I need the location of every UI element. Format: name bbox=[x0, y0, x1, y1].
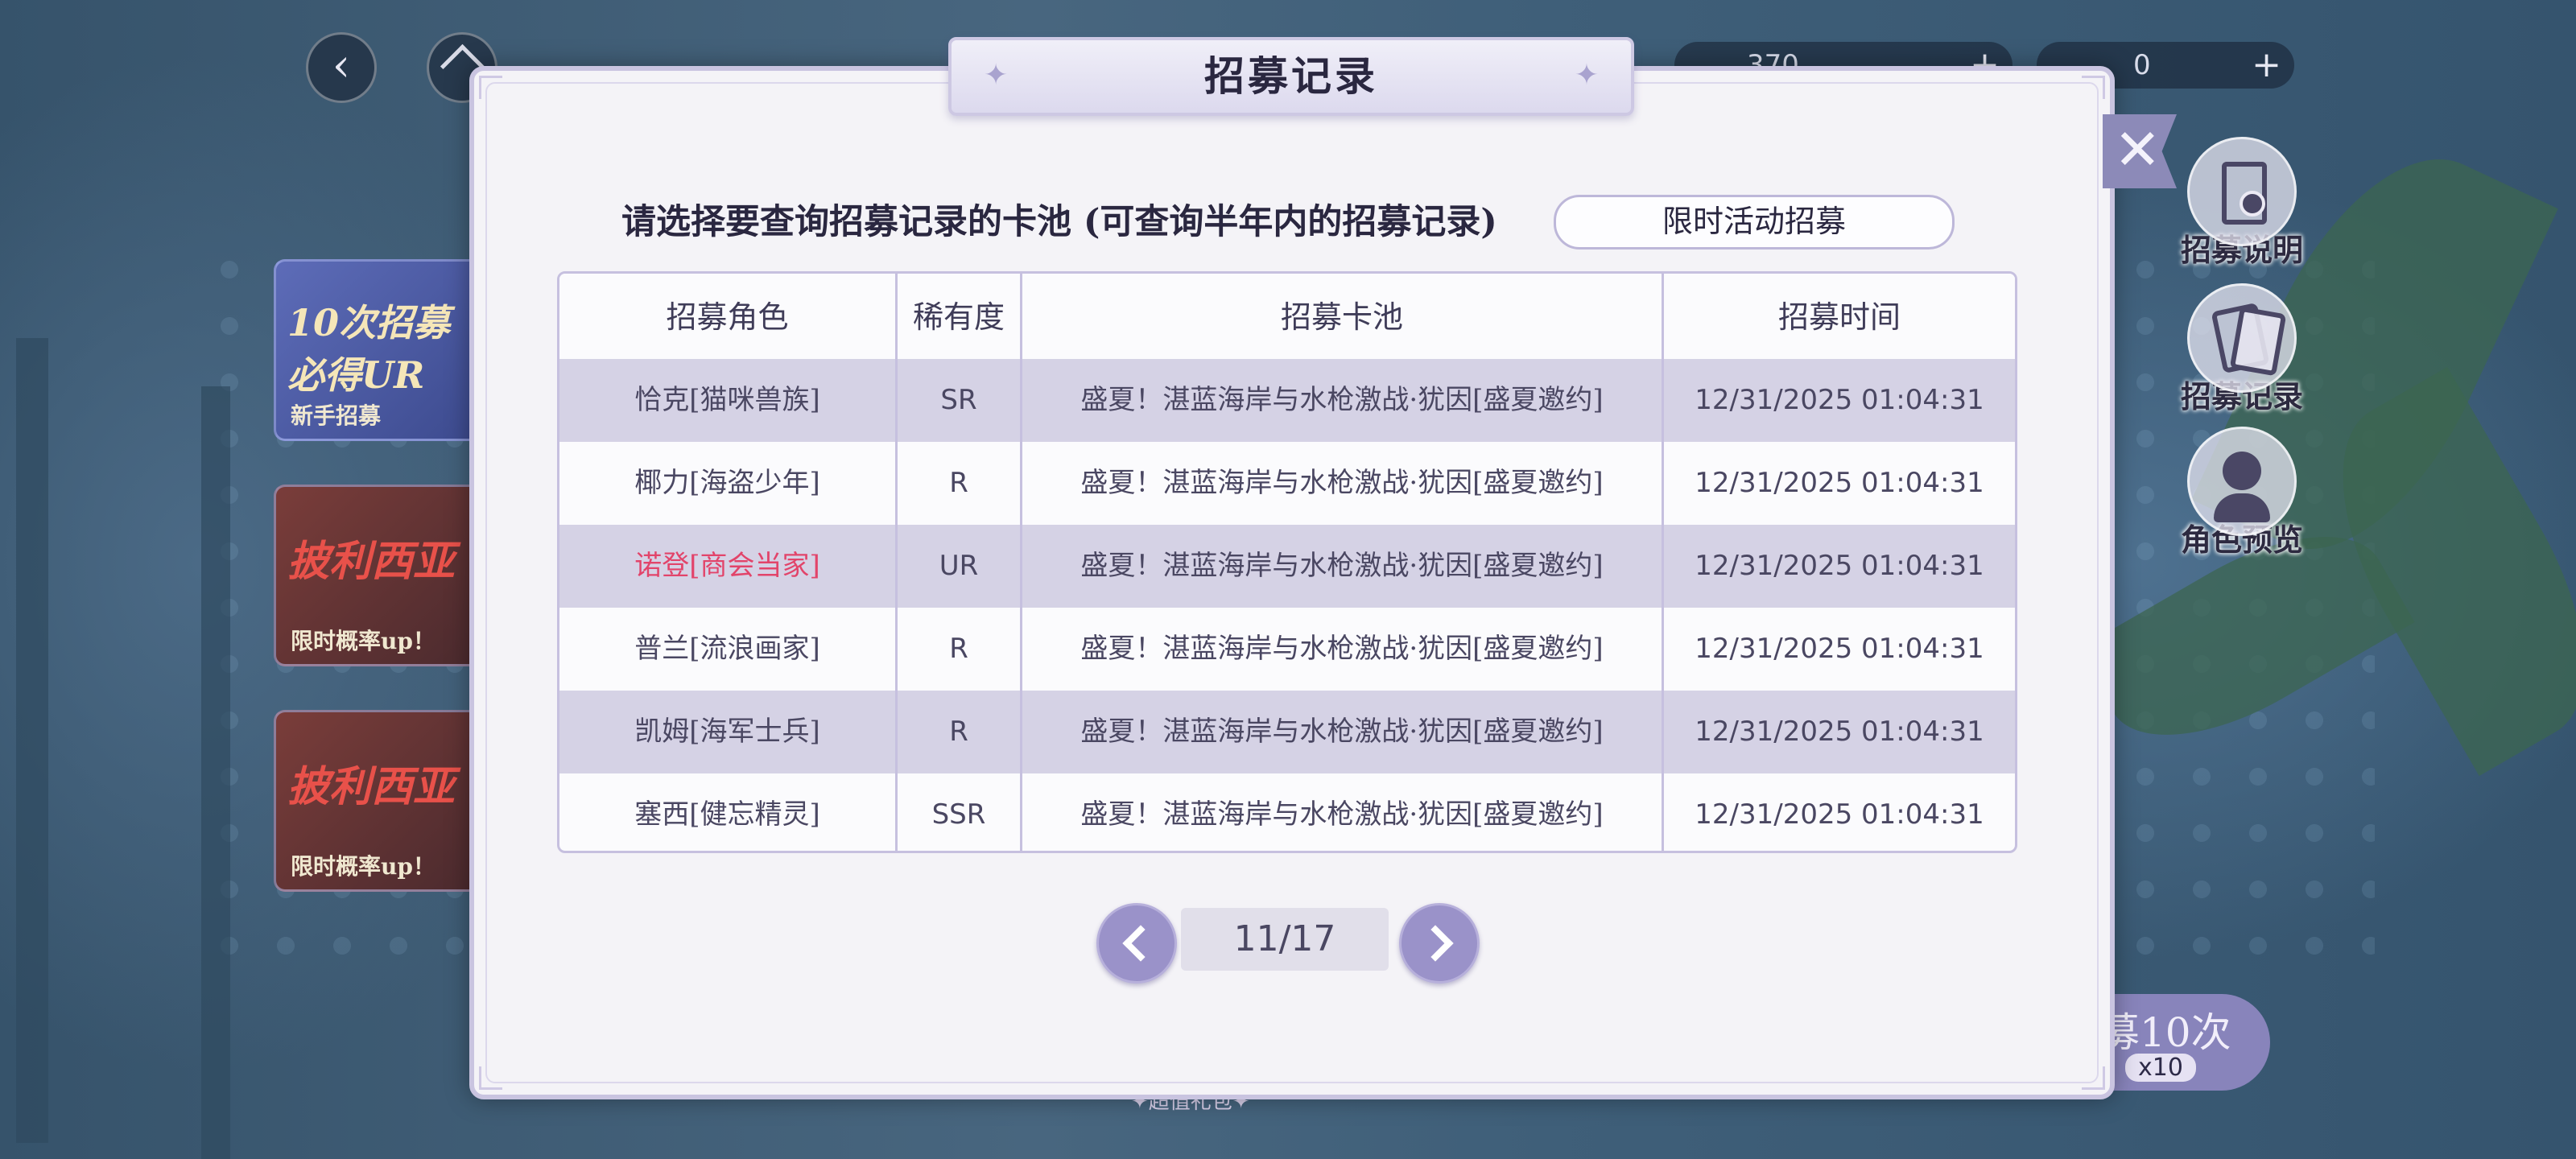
banner-title: 披利西亚 bbox=[287, 762, 456, 811]
cell-pool: 盛夏！湛蓝海岸与水枪激战·犹因[盛夏邀约] bbox=[1080, 716, 1604, 748]
column-divider bbox=[895, 274, 898, 851]
sparkle-icon: ✦ bbox=[984, 59, 1009, 92]
table-header-row: 招募角色 稀有度 招募卡池 招募时间 bbox=[559, 274, 2015, 359]
banner-limited-1[interactable]: 披利西亚 限时概率up！ bbox=[274, 485, 488, 666]
page-indicator: 11/17 bbox=[1181, 908, 1389, 971]
banner-caption: 新手招募 bbox=[291, 402, 382, 429]
cell-character: 凯姆[海军士兵] bbox=[634, 716, 820, 748]
corner-ornament bbox=[2082, 1066, 2105, 1090]
cell-rarity: R bbox=[949, 467, 968, 499]
table-row: 椰力[海盗少年] R 盛夏！湛蓝海岸与水枪激战·犹因[盛夏邀约] 12/31/2025… bbox=[559, 442, 2015, 525]
recruit-label: 募10次 bbox=[2099, 1009, 2231, 1056]
cell-time: 12/31/2025 01:04:31 bbox=[1695, 467, 1984, 499]
recruit-history-table: 招募角色 稀有度 招募卡池 招募时间 恰克[猫咪兽族] SR 盛夏！湛蓝海岸与水枪激… bbox=[557, 271, 2017, 853]
stool-leg bbox=[201, 386, 230, 1159]
cell-pool: 盛夏！湛蓝海岸与水枪激战·犹因[盛夏邀约] bbox=[1080, 467, 1604, 499]
recruit-info-button[interactable]: 招募说明 bbox=[2165, 137, 2318, 270]
back-button[interactable]: ‹ bbox=[306, 32, 377, 103]
stool-leg bbox=[16, 338, 48, 1143]
banner-caption: 限时概率up！ bbox=[291, 853, 436, 880]
header-rarity: 稀有度 bbox=[912, 299, 1005, 335]
cell-character: 诺登[商会当家] bbox=[634, 550, 820, 582]
corner-ornament bbox=[479, 76, 502, 99]
cell-character: 恰克[猫咪兽族] bbox=[634, 384, 820, 416]
pool-select-button[interactable]: 限时活动招募 bbox=[1554, 195, 1955, 250]
pool-select-prompt: 请选择要查询招募记录的卡池 (可查询半年内的招募记录) bbox=[621, 202, 1497, 242]
cell-character: 普兰[流浪画家] bbox=[634, 633, 820, 665]
prev-page-button[interactable] bbox=[1096, 903, 1177, 984]
dialog-title: 招募记录 bbox=[1204, 52, 1378, 100]
cell-time: 12/31/2025 01:04:31 bbox=[1695, 550, 1984, 582]
corner-ornament bbox=[479, 1066, 502, 1090]
recruit-cost: x10 bbox=[2125, 1054, 2196, 1082]
column-divider bbox=[1662, 274, 1664, 851]
cell-character: 椰力[海盗少年] bbox=[634, 467, 820, 499]
recruit-history-button[interactable]: 招募记录 bbox=[2165, 283, 2318, 416]
next-page-button[interactable] bbox=[1399, 903, 1480, 984]
banner-novice-recruit[interactable]: 10次招募 必得UR 新手招募 bbox=[274, 259, 488, 441]
header-time: 招募时间 bbox=[1777, 299, 1901, 335]
cell-time: 12/31/2025 01:04:31 bbox=[1695, 384, 1984, 416]
dialog-title-plate: ✦ 招募记录 ✦ bbox=[948, 37, 1634, 116]
banner-subtitle: 必得UR bbox=[287, 353, 425, 397]
banner-title: 披利西亚 bbox=[287, 537, 456, 586]
chevron-right-icon bbox=[1417, 925, 1454, 962]
sparkle-icon: ✦ bbox=[1574, 59, 1599, 92]
table-row: 凯姆[海军士兵] R 盛夏！湛蓝海岸与水枪激战·犹因[盛夏邀约] 12/31/2025… bbox=[559, 691, 2015, 773]
header-pool: 招募卡池 bbox=[1280, 299, 1403, 335]
cell-time: 12/31/2025 01:04:31 bbox=[1695, 716, 1984, 748]
table-row: 塞西[健忘精灵] SSR 盛夏！湛蓝海岸与水枪激战·犹因[盛夏邀约] 12/31/20… bbox=[559, 773, 2015, 851]
corner-ornament bbox=[2082, 76, 2105, 99]
column-divider bbox=[1020, 274, 1022, 851]
cell-rarity: SR bbox=[940, 384, 977, 416]
currency-value: 0 bbox=[2133, 49, 2151, 81]
banner-caption: 限时概率up！ bbox=[291, 628, 436, 654]
table-row: 普兰[流浪画家] R 盛夏！湛蓝海岸与水枪激战·犹因[盛夏邀约] 12/31/2025… bbox=[559, 608, 2015, 691]
banner-limited-2[interactable]: 披利西亚 限时概率up！ bbox=[274, 710, 488, 892]
cards-icon bbox=[2187, 283, 2297, 393]
character-preview-button[interactable]: 角色预览 bbox=[2165, 427, 2318, 559]
banner-title: 10次招募 bbox=[287, 301, 451, 344]
cell-pool: 盛夏！湛蓝海岸与水枪激战·犹因[盛夏邀约] bbox=[1080, 384, 1604, 416]
cell-character: 塞西[健忘精灵] bbox=[634, 798, 820, 831]
cell-pool: 盛夏！湛蓝海岸与水枪激战·犹因[盛夏邀约] bbox=[1080, 633, 1604, 665]
cell-rarity: SSR bbox=[931, 798, 986, 831]
cell-rarity: R bbox=[949, 716, 968, 748]
header-character: 招募角色 bbox=[666, 299, 789, 335]
cell-time: 12/31/2025 01:04:31 bbox=[1695, 798, 1984, 831]
table-row: 恰克[猫咪兽族] SR 盛夏！湛蓝海岸与水枪激战·犹因[盛夏邀约] 12/31/202… bbox=[559, 359, 2015, 442]
cell-pool: 盛夏！湛蓝海岸与水枪激战·犹因[盛夏邀约] bbox=[1080, 798, 1604, 831]
person-icon bbox=[2187, 427, 2297, 536]
add-currency-button[interactable]: + bbox=[2252, 42, 2281, 89]
clipboard-icon bbox=[2187, 137, 2297, 246]
cell-time: 12/31/2025 01:04:31 bbox=[1695, 633, 1984, 665]
cell-pool: 盛夏！湛蓝海岸与水枪激战·犹因[盛夏邀约] bbox=[1080, 550, 1604, 582]
cell-rarity: UR bbox=[939, 550, 979, 582]
chevron-left-icon bbox=[1122, 925, 1159, 962]
cell-rarity: R bbox=[949, 633, 968, 665]
table-row: 诺登[商会当家] UR 盛夏！湛蓝海岸与水枪激战·犹因[盛夏邀约] 12/31/202… bbox=[559, 525, 2015, 608]
